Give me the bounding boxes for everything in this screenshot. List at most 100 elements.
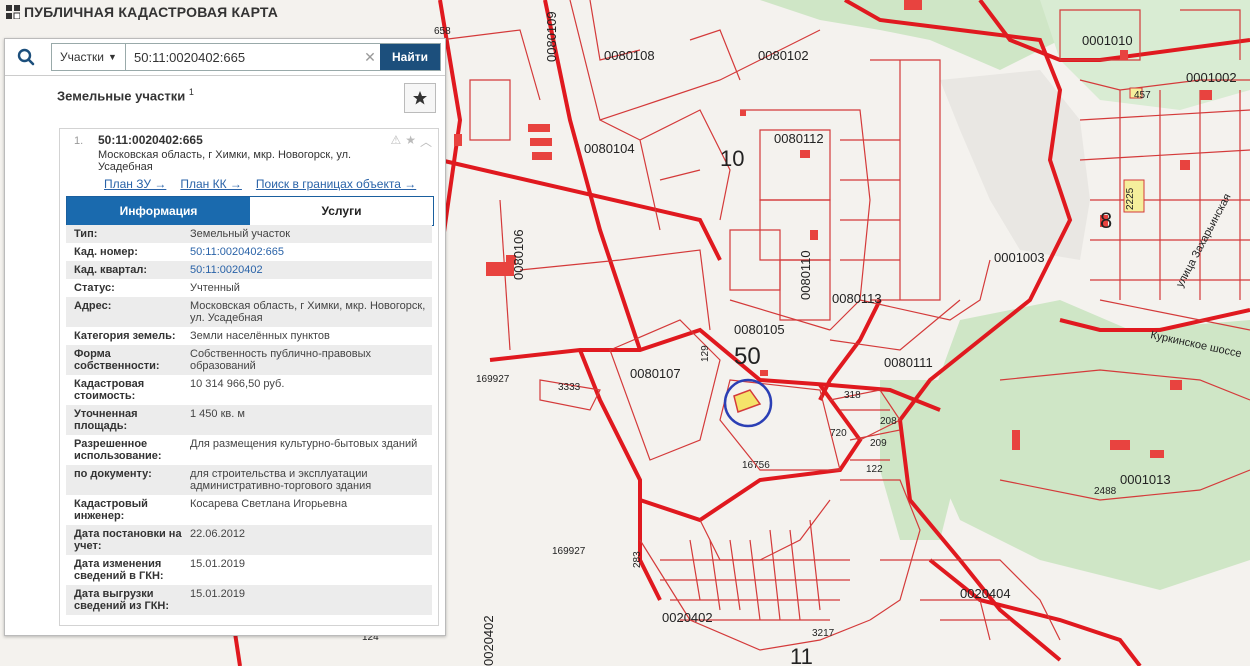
info-row-key: Дата постановки на учет:: [74, 528, 182, 552]
info-row-key: Категория земель:: [74, 330, 176, 342]
map-label-quarter: 0080109: [544, 11, 559, 62]
result-index: 1.: [74, 135, 84, 147]
map-label-parcel: 720: [830, 428, 847, 439]
info-row-value: 22.06.2012: [190, 528, 246, 540]
search-bar: Участки ▼ ✕ Найти: [5, 39, 445, 76]
map-label-quarter: 0080105: [734, 322, 785, 337]
map-label-parcel: 658: [434, 26, 451, 37]
map-label-parcel: 16756: [742, 460, 770, 471]
plan-zu-link[interactable]: План ЗУ →: [104, 177, 166, 191]
map-label-district: 11: [790, 644, 813, 666]
map-label-quarter: 0020404: [960, 586, 1011, 601]
result-links: План ЗУ → План КК → Поиск в границах объ…: [104, 177, 416, 191]
info-row-value: для строительства и эксплуатации админис…: [190, 468, 372, 492]
info-row-key: Кад. номер:: [74, 246, 138, 258]
info-row-value: Земельный участок: [190, 228, 291, 240]
info-row: Тип: Земельный участок: [66, 225, 432, 243]
info-row-key: Дата выгрузки сведений из ГКН:: [74, 588, 170, 612]
map-label-quarter: 0001002: [1186, 70, 1237, 85]
info-row-value: Для размещения культурно-бытовых зданий: [190, 438, 418, 450]
map-label-quarter: 0080104: [584, 141, 635, 156]
info-row-key: Уточненная площадь:: [74, 408, 138, 432]
map-label-district: 10: [720, 146, 744, 171]
search-in-bounds-link[interactable]: Поиск в границах объекта →: [256, 177, 416, 191]
info-row-key: Кадастровый инженер:: [74, 498, 148, 522]
result-card: 1. 50:11:0020402:665 Московская область,…: [59, 128, 439, 626]
map-label-quarter: 0080107: [630, 366, 681, 381]
info-row: Адрес: Московская область, г Химки, мкр. …: [66, 297, 432, 327]
favorite-button[interactable]: [404, 83, 436, 113]
map-label-district: 50: [734, 343, 761, 370]
info-row-key: Кад. квартал:: [74, 264, 148, 276]
map-label-quarter: 0020402: [481, 615, 496, 666]
info-row: Кад. номер: 50:11:0020402:665: [66, 243, 432, 261]
map-label-quarter: 0080108: [604, 48, 655, 63]
info-row-key: Кадастровая стоимость:: [74, 378, 145, 402]
tab-info[interactable]: Информация: [67, 197, 250, 225]
map-label-parcel: 2488: [1094, 486, 1117, 497]
warning-icon[interactable]: ⚠: [390, 133, 401, 150]
section-title-text: Земельные участки: [57, 88, 186, 104]
section-count: 1: [188, 87, 194, 97]
info-row: Статус: Учтенный: [66, 279, 432, 297]
map-label-parcel: 208: [880, 416, 897, 427]
info-panel: Участки ▼ ✕ Найти Земельные участки 1 1.…: [4, 38, 446, 636]
map-label-quarter: 0020402: [662, 610, 713, 625]
info-row-value: 1 450 кв. м: [190, 408, 245, 420]
map-label-parcel: 3333: [558, 382, 581, 393]
info-row: Дата постановки на учет: 22.06.2012: [66, 525, 432, 555]
info-row: Разрешенное использование: Для размещения…: [66, 435, 432, 465]
plan-kk-link[interactable]: План КК →: [180, 177, 242, 191]
info-row: Дата выгрузки сведений из ГКН: 15.01.2019: [66, 585, 432, 615]
star-icon[interactable]: ★: [405, 133, 416, 150]
clear-icon[interactable]: ✕: [360, 44, 380, 70]
map-label-quarter: 0080111: [884, 355, 933, 370]
info-row-value[interactable]: 50:11:0020402: [186, 261, 432, 279]
info-row-value: Земли населённых пунктов: [190, 330, 330, 342]
info-row-key: по документу:: [74, 468, 152, 480]
info-row-key: Адрес:: [74, 300, 112, 312]
result-tools: ⚠ ★ ︿: [390, 133, 432, 150]
map-label-quarter: 0080102: [758, 48, 809, 63]
info-row-key: Форма собственности:: [74, 348, 160, 372]
chevron-up-icon[interactable]: ︿: [420, 133, 432, 150]
info-row: Уточненная площадь: 1 450 кв. м: [66, 405, 432, 435]
info-row-value: Косарева Светлана Игорьевна: [190, 498, 348, 510]
info-row-value: 10 314 966,50 руб.: [190, 378, 285, 390]
info-row-value: Собственность публично-правовых образова…: [190, 348, 372, 372]
map-label-parcel: 129: [700, 345, 711, 362]
result-tabs: Информация Услуги: [66, 196, 434, 226]
map-label-quarter: 0080110: [798, 250, 813, 300]
result-cad-number[interactable]: 50:11:0020402:665: [98, 133, 203, 147]
map-label-district: 8: [1100, 208, 1112, 233]
map-label-quarter: 0001013: [1120, 472, 1171, 487]
info-row-value[interactable]: 50:11:0020402:665: [186, 243, 432, 261]
map-label-quarter: 0080112: [774, 131, 824, 146]
map-label-parcel: 122: [866, 464, 883, 475]
map-label-quarter: 0001003: [994, 250, 1045, 265]
info-row: Категория земель: Земли населённых пункто…: [66, 327, 432, 345]
info-row: Форма собственности: Собственность публич…: [66, 345, 432, 375]
info-table: Тип: Земельный участок Кад. номер: 50:11:00…: [66, 225, 432, 615]
map-label-quarter: 0080113: [832, 291, 882, 306]
app-title-text: ПУБЛИЧНАЯ КАДАСТРОВАЯ КАРТА: [24, 4, 279, 20]
info-row-value: 15.01.2019: [190, 558, 246, 570]
tab-services[interactable]: Услуги: [250, 197, 433, 225]
map-label-parcel: 457: [1134, 90, 1151, 101]
info-row: по документу: для строительства и эксплуа…: [66, 465, 432, 495]
map-label-parcel: 169927: [476, 374, 510, 385]
map-label-parcel: 169927: [552, 546, 586, 557]
star-icon: [413, 91, 427, 105]
search-input[interactable]: [126, 44, 360, 70]
info-row: Кад. квартал: 50:11:0020402: [66, 261, 432, 279]
search-icon[interactable]: [13, 45, 39, 69]
result-address: Московская область, г Химки, мкр. Нового…: [98, 149, 352, 173]
find-button[interactable]: Найти: [380, 44, 440, 70]
info-row-value: Учтенный: [190, 282, 240, 294]
map-label-quarter: 0080106: [511, 229, 526, 280]
info-row-key: Разрешенное использование:: [74, 438, 162, 462]
search-type-select[interactable]: Участки ▼: [52, 44, 126, 70]
map-label-parcel: 318: [844, 390, 861, 401]
map-label-parcel: 283: [632, 551, 643, 568]
map-label-quarter: 0001010: [1082, 33, 1133, 48]
